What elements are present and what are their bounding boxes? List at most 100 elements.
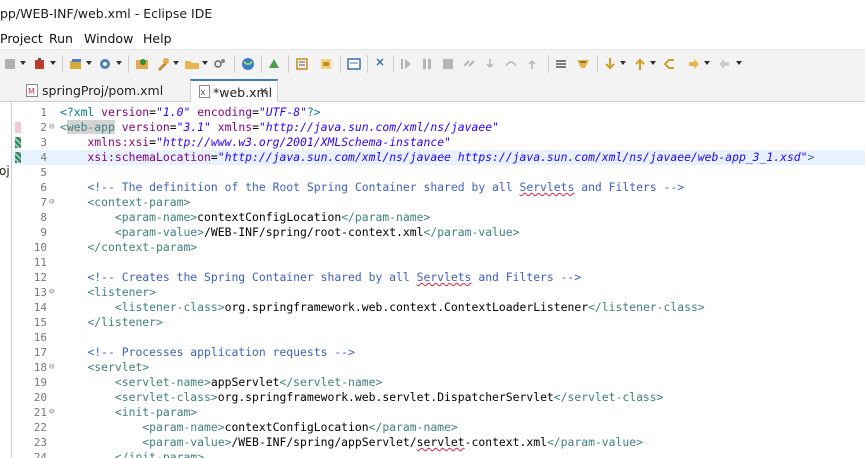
outline-icon[interactable] bbox=[294, 56, 310, 72]
code-line[interactable]: 21 ⊖ <init-param> bbox=[13, 405, 865, 420]
code-token: /WEB-INF/spring/appServlet/ bbox=[231, 435, 417, 449]
code-line[interactable]: 14 <listener-class>org.springframework.w… bbox=[13, 300, 865, 315]
menu-run[interactable]: Run bbox=[49, 31, 73, 46]
history-icon[interactable] bbox=[686, 56, 702, 72]
menu-help[interactable]: Help bbox=[143, 31, 172, 46]
code-line[interactable]: 16 bbox=[13, 330, 865, 345]
code-line[interactable]: 7 ⊖ <context-param> bbox=[13, 195, 865, 210]
chevron-down-icon[interactable] bbox=[736, 61, 742, 65]
open-folder-icon[interactable] bbox=[184, 56, 200, 72]
step-over-icon[interactable] bbox=[503, 56, 519, 72]
line-number: 13 bbox=[33, 286, 47, 299]
code-line[interactable]: 9 <param-value>/WEB-INF/spring/root-cont… bbox=[13, 225, 865, 240]
forward-icon[interactable] bbox=[716, 56, 732, 72]
fold-toggle-icon[interactable]: ⊖ bbox=[49, 362, 54, 372]
code-line[interactable]: 1 <?xml version="1.0" encoding="UTF-8"?> bbox=[13, 105, 865, 120]
run-server-icon[interactable] bbox=[266, 56, 282, 72]
menu-project[interactable]: Project bbox=[0, 31, 43, 46]
task-list-icon[interactable] bbox=[553, 56, 569, 72]
code-token: = bbox=[210, 150, 218, 164]
code-token: > bbox=[807, 150, 815, 164]
code-line[interactable]: 3 xmlns:xsi="http://www.w3.org/2001/XMLS… bbox=[13, 135, 865, 150]
code-token: ?> bbox=[306, 105, 321, 119]
tab-pom-xml[interactable]: M springProj/pom.xml bbox=[12, 79, 188, 102]
code-text: <web-app version="3.1" xmlns="http://jav… bbox=[60, 120, 499, 135]
bookmark-icon[interactable] bbox=[575, 56, 591, 72]
line-number: 15 bbox=[33, 316, 47, 329]
code-line[interactable]: 15 </listener> bbox=[13, 315, 865, 330]
tab-web-xml[interactable]: X *web.xml ✕ bbox=[190, 79, 278, 102]
code-line[interactable]: 11 bbox=[13, 255, 865, 270]
xml-editor[interactable]: 1 <?xml version="1.0" encoding="UTF-8"?> 2… bbox=[13, 102, 865, 458]
chevron-down-icon[interactable] bbox=[20, 61, 26, 65]
chevron-down-icon[interactable] bbox=[202, 61, 208, 65]
code-line[interactable]: 6 <!-- The definition of the Root Spring… bbox=[13, 180, 865, 195]
code-line[interactable]: 13 ⊖ <listener> bbox=[13, 285, 865, 300]
open-type-icon[interactable] bbox=[134, 56, 150, 72]
fold-toggle-icon[interactable]: ⊖ bbox=[49, 122, 54, 132]
code-line[interactable]: 5 bbox=[13, 165, 865, 180]
close-icon[interactable]: ✕ bbox=[259, 85, 268, 98]
fold-toggle-icon[interactable]: ⊖ bbox=[49, 407, 54, 417]
stop-icon[interactable] bbox=[2, 56, 18, 72]
step-return-icon[interactable] bbox=[524, 56, 540, 72]
code-line[interactable]: 4 xsi:schemaLocation="http://java.sun.co… bbox=[13, 150, 865, 165]
code-line[interactable]: 10 </context-param> bbox=[13, 240, 865, 255]
code-token: </param-name> bbox=[341, 210, 431, 224]
code-line[interactable]: 19 <servlet-name>appServlet</servlet-nam… bbox=[13, 375, 865, 390]
chevron-down-icon[interactable] bbox=[704, 61, 710, 65]
run-config-icon[interactable] bbox=[98, 56, 114, 72]
annotation-icon[interactable] bbox=[318, 56, 334, 72]
step-into-icon[interactable] bbox=[482, 56, 498, 72]
suspend-icon[interactable] bbox=[419, 56, 435, 72]
code-token: "3.1" bbox=[176, 120, 211, 134]
pin-icon[interactable] bbox=[372, 56, 388, 72]
terminate-icon[interactable] bbox=[440, 56, 456, 72]
chevron-down-icon[interactable] bbox=[620, 61, 626, 65]
prev-annotation-icon[interactable] bbox=[632, 56, 648, 72]
code-line[interactable]: 17 <!-- Processes application requests -… bbox=[13, 345, 865, 360]
code-line[interactable]: 23 <param-value>/WEB-INF/spring/appServl… bbox=[13, 435, 865, 450]
chevron-down-icon[interactable] bbox=[173, 61, 179, 65]
debug-icon[interactable] bbox=[32, 56, 48, 72]
code-text: <!-- Creates the Spring Container shared… bbox=[60, 270, 581, 285]
new-wizard-icon[interactable] bbox=[68, 56, 84, 72]
code-line[interactable]: 2 ⊖ <web-app version="3.1" xmlns="http://j… bbox=[13, 120, 865, 135]
quick-diff-marker bbox=[15, 152, 21, 163]
code-token: </listener-class> bbox=[588, 300, 705, 314]
disconnect-icon[interactable] bbox=[461, 56, 477, 72]
code-line[interactable]: 12 <!-- Creates the Spring Container sha… bbox=[13, 270, 865, 285]
toolbar-separator bbox=[261, 55, 262, 73]
back-icon[interactable] bbox=[662, 56, 678, 72]
console-icon[interactable] bbox=[346, 56, 362, 72]
code-line[interactable]: 22 <param-name>contextConfigLocation</pa… bbox=[13, 420, 865, 435]
line-number: 9 bbox=[40, 226, 47, 239]
code-line[interactable]: 24 </init-param> bbox=[13, 450, 865, 458]
menu-window[interactable]: Window bbox=[84, 31, 133, 46]
fold-toggle-icon[interactable]: ⊖ bbox=[49, 287, 54, 297]
globe-icon[interactable] bbox=[240, 56, 256, 72]
chevron-down-icon[interactable] bbox=[116, 61, 122, 65]
toolbar-separator bbox=[367, 55, 368, 73]
chevron-down-icon[interactable] bbox=[86, 61, 92, 65]
code-token: <servlet-class> bbox=[114, 390, 218, 404]
code-token: = bbox=[252, 105, 259, 119]
next-annotation-icon[interactable] bbox=[602, 56, 618, 72]
menu-bar: Project Run Window Help bbox=[0, 28, 865, 49]
chevron-down-icon[interactable] bbox=[650, 61, 656, 65]
code-line[interactable]: 18 ⊖ <servlet> bbox=[13, 360, 865, 375]
chevron-down-icon[interactable] bbox=[50, 61, 56, 65]
code-line[interactable]: 20 <servlet-class>org.springframework.we… bbox=[13, 390, 865, 405]
line-number: 11 bbox=[33, 256, 47, 269]
search-icon[interactable] bbox=[212, 56, 228, 72]
code-line[interactable]: 8 <param-name>contextConfigLocation</par… bbox=[13, 210, 865, 225]
resume-icon[interactable] bbox=[398, 56, 414, 72]
code-token: web-app bbox=[66, 120, 115, 134]
tool-icon[interactable] bbox=[155, 56, 171, 72]
line-number: 5 bbox=[40, 166, 47, 179]
fold-toggle-icon[interactable]: ⊖ bbox=[49, 197, 54, 207]
